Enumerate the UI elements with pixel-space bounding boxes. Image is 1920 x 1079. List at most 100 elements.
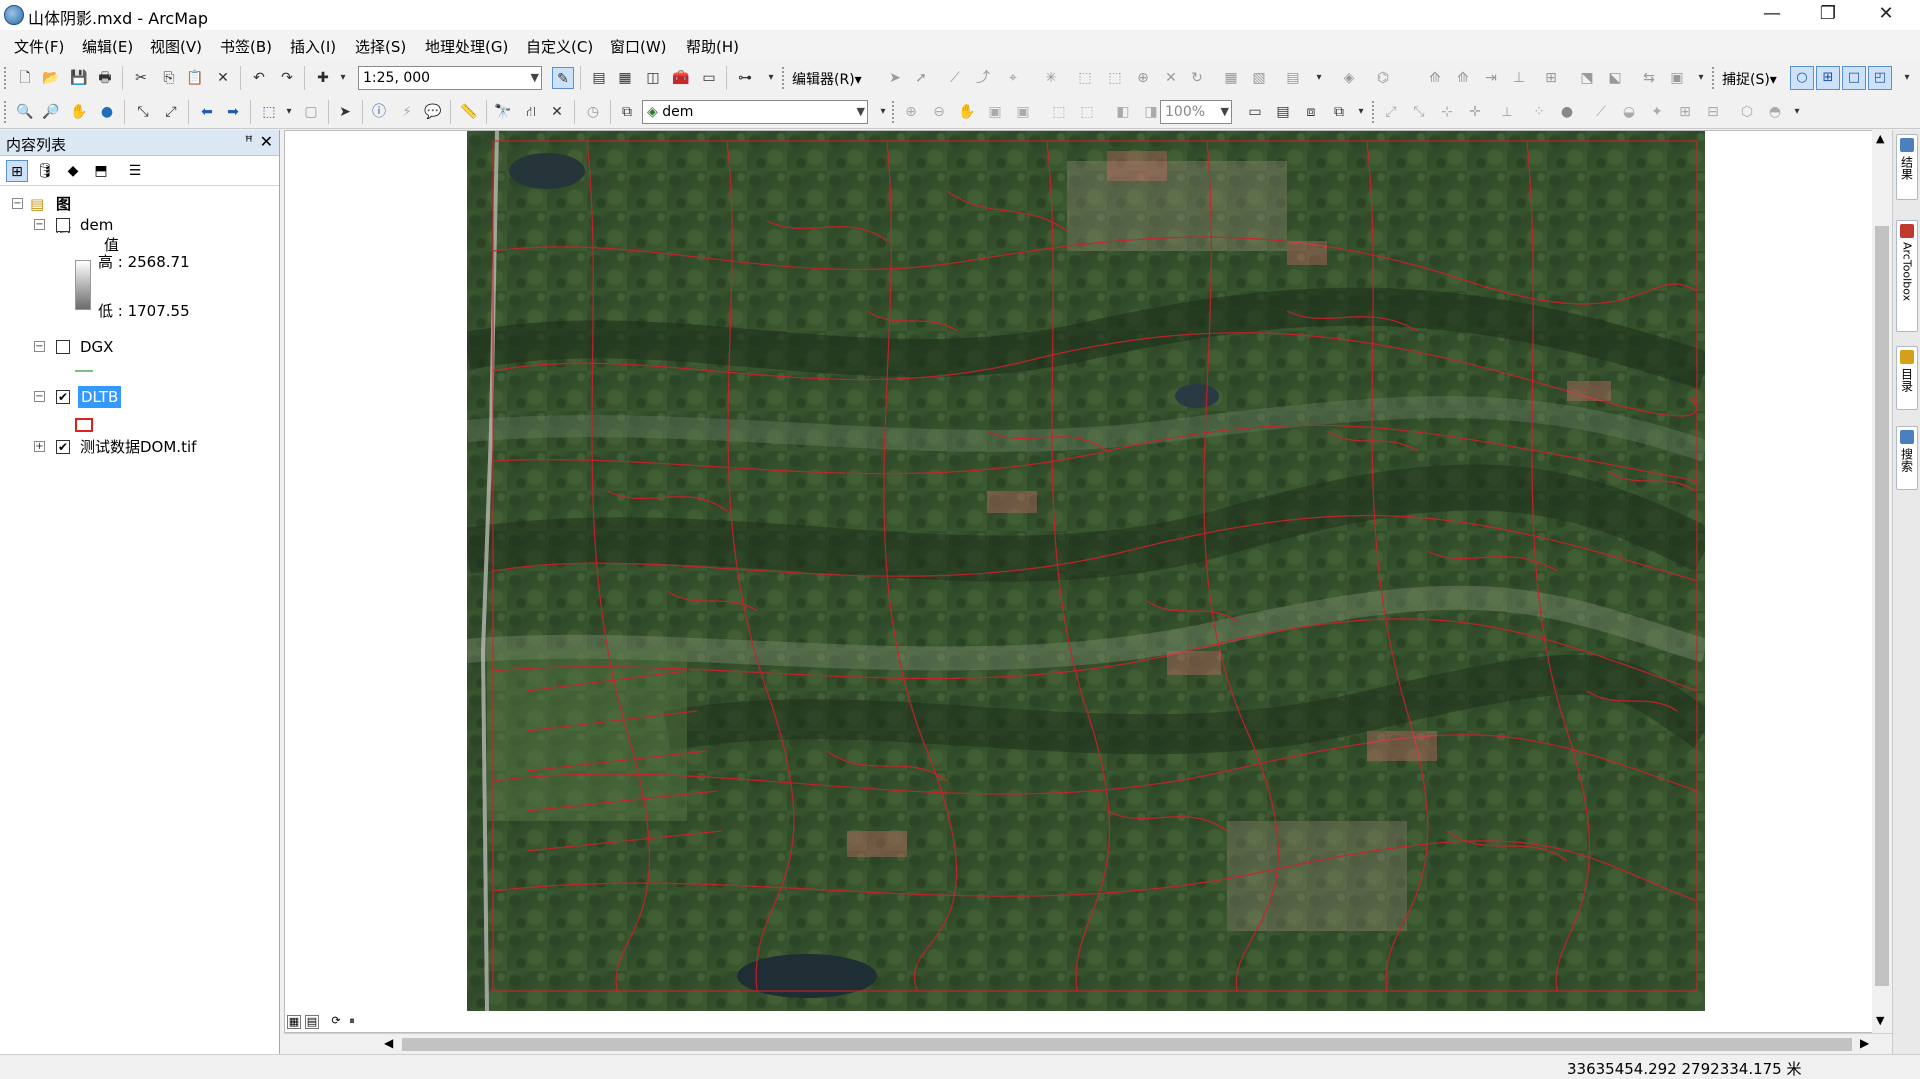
paste-icon[interactable]: 📋 [184,67,206,89]
menu-customize[interactable]: 自定义(C) [526,36,593,57]
toolbar-overflow-icon-4[interactable]: ▾ [1896,67,1918,89]
go-to-xy-icon[interactable]: ✕ [546,101,568,123]
spatial-adjust-icon[interactable]: ⟰ [1424,67,1446,89]
layout-zoom-out-icon[interactable]: ⊖ [928,101,950,123]
polygon-symbol-swatch[interactable] [75,418,93,432]
toolbar-overflow-icon-3[interactable]: ▾ [1690,67,1712,89]
select-elements-arrow-icon[interactable]: ➤ [334,101,356,123]
table-grid-icon[interactable]: ⊞ [1674,101,1696,123]
layer-visibility-checkbox[interactable]: ✔ [56,390,70,404]
list-by-selection-icon[interactable]: ⬒ [90,160,112,182]
cut-polygons-icon[interactable]: ⊕ [1132,67,1154,89]
fixed-zoom-out-layout-icon[interactable]: ⬚ [1076,101,1098,123]
rotate-icon[interactable]: ↻ [1186,67,1208,89]
layout-pan-icon[interactable]: ✋ [956,101,978,123]
end-snapping-icon[interactable]: ⊞ [1816,66,1840,90]
horizontal-scroll-thumb[interactable] [402,1038,1852,1051]
editor-toolbar-icon[interactable]: ✎ [552,67,574,89]
straight-segment-icon[interactable]: ⟋ [944,67,966,89]
distribute-icon[interactable]: ✛ [1464,101,1486,123]
fixed-zoom-in-icon[interactable]: ⤡ [132,101,154,123]
list-by-drawing-order-icon[interactable]: ⊞ [6,160,28,182]
copy-icon[interactable]: ⎘ [158,67,180,89]
map-view[interactable]: ▦ ▤ ⟳ ⏸ [284,130,1874,1033]
cut-icon[interactable]: ✂ [130,67,152,89]
dock-tab-arctoolbox[interactable]: ArcToolbox [1896,220,1918,332]
toolbar-grip[interactable] [4,67,8,89]
smooth-icon[interactable]: ⟋ [1590,101,1612,123]
find-route-icon[interactable]: ⛙ [520,101,542,123]
sketch-tool-icon[interactable]: ⁘ [1528,101,1550,123]
trace-icon[interactable]: ⌖ [1002,67,1024,89]
layer-combo[interactable]: ◈ dem ▼ [642,100,868,124]
toolbar-overflow-icon-5[interactable]: ▾ [872,101,894,123]
reshape-icon[interactable]: ⬚ [1104,67,1126,89]
generalize-icon[interactable]: ◒ [1618,101,1640,123]
dock-tab-results[interactable]: 结果 [1896,134,1918,200]
zoom-whole-page-icon[interactable]: ▣ [984,101,1006,123]
expand-icon[interactable]: + [34,441,45,452]
menu-help[interactable]: 帮助(H) [686,36,739,57]
shape-icon[interactable]: ⬡ [1736,101,1758,123]
scroll-right-icon[interactable]: ▶ [1860,1036,1869,1050]
menu-insert[interactable]: 插入(I) [290,36,336,57]
toolbar-overflow-icon[interactable]: ▾ [760,67,782,89]
layer-visibility-checkbox[interactable] [56,218,70,232]
horizontal-scrollbar[interactable]: ◀ ▶ [284,1033,1892,1054]
dock-tab-catalog[interactable]: 目录 [1896,346,1918,410]
rotate-tool-icon[interactable]: ⤢ [1380,101,1402,123]
measure-icon[interactable]: 📏 [458,101,480,123]
edge-snapping-icon[interactable]: ◰ [1868,66,1892,90]
scroll-up-icon[interactable]: ▲ [1876,132,1884,145]
move-icon[interactable]: ⤡ [1408,101,1430,123]
python-window-icon[interactable]: ▭ [698,67,720,89]
time-slider-icon[interactable]: ◷ [582,101,604,123]
create-viewer-window-icon[interactable]: ⧉ [616,101,638,123]
toc-close-icon[interactable]: ✕ [260,132,273,151]
undo-icon[interactable]: ↶ [248,67,270,89]
point-icon[interactable]: ✳ [1040,67,1062,89]
map-scale-combo[interactable]: 1:25, 000 ▼ [358,66,542,90]
layout-zoom-in-icon[interactable]: ⊕ [900,101,922,123]
fixed-zoom-out-icon[interactable]: ⤢ [160,101,182,123]
select-features-icon[interactable]: ⬚ [258,101,280,123]
edit-annotation-icon[interactable]: ➚ [910,67,932,89]
pause-drawing-icon[interactable]: ⏸ [345,1015,359,1029]
go-back-layout-icon[interactable]: ◧ [1112,101,1134,123]
menu-file[interactable]: 文件(F) [14,36,64,57]
open-icon[interactable]: 📂 [40,67,62,89]
collapse-icon[interactable]: − [34,219,45,230]
hyperlink-icon[interactable]: ⚡ [396,101,418,123]
layout-view-button[interactable]: ▤ [305,1015,319,1029]
circle-tool-icon[interactable]: ● [1556,101,1578,123]
layer-row-dltb[interactable]: − ✔ DLTB [30,386,270,408]
collapse-icon[interactable]: − [34,391,45,402]
split-icon[interactable]: ✕ [1160,67,1182,89]
layer-visibility-checkbox[interactable] [56,340,70,354]
attribute-transfer-icon[interactable]: ⇆ [1638,67,1660,89]
restore-button[interactable]: ❐ [1800,0,1856,30]
add-data-dropdown-icon[interactable]: ▾ [332,67,354,89]
limited-adjust-icon[interactable]: ⬔ [1576,67,1598,89]
menu-selection[interactable]: 选择(S) [355,36,406,57]
layer-visibility-checkbox[interactable]: ✔ [56,440,70,454]
adjust-links-icon[interactable]: ⟰ [1452,67,1474,89]
edge-match-icon[interactable]: ⬕ [1604,67,1626,89]
vertical-scrollbar[interactable]: ▲ ▼ [1872,130,1892,1033]
line-symbol-swatch[interactable] [75,370,93,372]
scroll-down-icon[interactable]: ▼ [1876,1014,1884,1027]
change-layout-icon[interactable]: ⧈ [1300,101,1322,123]
topology-icon[interactable]: ⌬ [1372,67,1394,89]
go-forward-layout-icon[interactable]: ◨ [1140,101,1162,123]
fixed-zoom-in-layout-icon[interactable]: ⬚ [1048,101,1070,123]
html-popup-icon[interactable]: 💬 [422,101,444,123]
identity-link-icon[interactable]: ⊥ [1508,67,1530,89]
select-dropdown-icon[interactable]: ▾ [278,101,300,123]
catalog-icon[interactable]: ▦ [614,67,636,89]
toolbar-overflow-icon-2[interactable]: ▾ [1308,67,1330,89]
menu-geoprocessing[interactable]: 地理处理(G) [425,36,508,57]
densify-icon[interactable]: ✦ [1646,101,1668,123]
snapping-menu[interactable]: 捕捉(S)▾ [1722,69,1777,89]
pan-hand-icon[interactable]: ✋ [68,101,90,123]
edit-tool-icon[interactable]: ➤ [884,67,906,89]
